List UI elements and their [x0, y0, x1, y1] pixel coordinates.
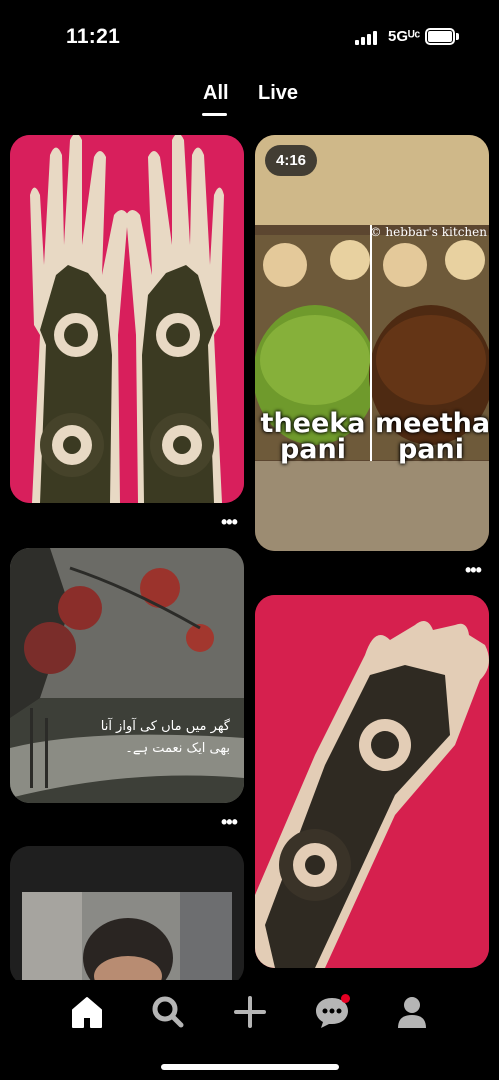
video-duration-badge: 4:16 — [265, 145, 318, 176]
tab-live[interactable]: Live — [258, 82, 298, 105]
network-type: 5Gᵁᶜ — [388, 28, 421, 45]
search-icon — [152, 996, 184, 1028]
caption-right: meetha pani — [375, 410, 489, 465]
home-indicator[interactable] — [161, 1064, 339, 1070]
pin-urdu-quote[interactable]: گھر میں ماں کی آواز آنا بھی ایک نعمت ہے۔ — [10, 548, 244, 803]
urdu-quote-text: گھر میں ماں کی آواز آنا بھی ایک نعمت ہے۔ — [90, 716, 230, 760]
nav-profile-button[interactable] — [390, 990, 434, 1034]
image-watermark: © hebbar's kitchen — [369, 225, 487, 239]
henna-hands-image — [10, 135, 244, 503]
nav-inbox-button[interactable] — [310, 990, 354, 1034]
status-time: 11:21 — [66, 25, 121, 48]
nav-search-button[interactable] — [146, 990, 190, 1034]
feed-tabs: All Live — [0, 82, 499, 118]
quote-line-2: بھی ایک نعمت ہے۔ — [125, 741, 230, 756]
tab-selected-indicator — [202, 113, 227, 116]
pin-more-button[interactable]: ••• — [221, 513, 238, 531]
caption-right-line-2: pani — [397, 434, 465, 465]
tab-all[interactable]: All — [203, 82, 229, 105]
quote-line-1: گھر میں ماں کی آواز آنا — [100, 719, 230, 734]
nav-home-button[interactable] — [65, 990, 109, 1034]
battery-icon — [425, 28, 459, 45]
portrait-image — [10, 846, 244, 986]
pin-more-button[interactable]: ••• — [221, 813, 238, 831]
nav-create-button[interactable] — [228, 990, 272, 1034]
henna-single-hand-image — [255, 595, 489, 968]
pin-henna-hands[interactable] — [10, 135, 244, 503]
pin-henna-single-hand[interactable] — [255, 595, 489, 968]
signal-icon — [355, 31, 379, 45]
notification-dot — [341, 994, 350, 1003]
home-icon — [72, 997, 102, 1028]
pin-more-button[interactable]: ••• — [465, 561, 482, 579]
status-bar: 11:21 5Gᵁᶜ — [0, 0, 499, 70]
misty-trees-image — [10, 548, 244, 803]
caption-left: theeka pani — [259, 410, 367, 465]
pani-image — [255, 135, 489, 551]
caption-left-line-2: pani — [279, 434, 347, 465]
plus-icon — [234, 996, 266, 1028]
pin-pani-video[interactable]: 4:16 © hebbar's kitchen theeka pani meet… — [255, 135, 489, 551]
pin-portrait[interactable] — [10, 846, 244, 986]
profile-icon — [398, 997, 426, 1028]
